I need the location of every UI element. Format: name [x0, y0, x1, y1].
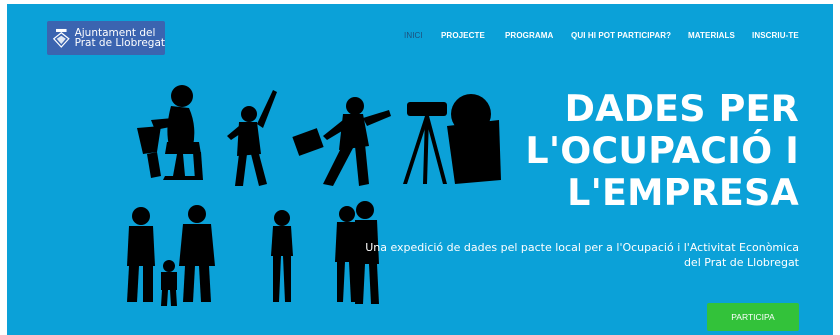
hero-section: Ajuntament del Prat de Llobregat INICI P… — [7, 4, 833, 335]
silhouette-standing-woman — [271, 210, 293, 302]
nav-item-inici[interactable]: INICI — [404, 31, 423, 40]
silhouette-photographer — [403, 94, 501, 184]
silhouette-dancing-man — [227, 90, 277, 186]
hero-title-line-1: DADES PER — [564, 87, 799, 130]
nav-item-inscriu-te[interactable]: INSCRIU-TE — [752, 31, 799, 40]
hero-subtitle-line-1: Una expedició de dades pel pacte local p… — [365, 241, 799, 254]
nav-item-qui-hi-pot-participar[interactable]: QUI HI POT PARTICIPAR? — [571, 31, 671, 40]
main-navigation: INICI PROJECTE PROGRAMA QUI HI POT PARTI… — [7, 31, 833, 45]
hero-subtitle: Una expedició de dades pel pacte local p… — [339, 240, 799, 270]
silhouette-businessman — [292, 97, 391, 186]
silhouette-woman-laptop — [137, 85, 203, 180]
nav-item-programa[interactable]: PROGRAMA — [505, 31, 553, 40]
hero-title-line-2: L'OCUPACIÓ I — [525, 129, 799, 172]
hero-title: DADES PER L'OCUPACIÓ I L'EMPRESA — [499, 88, 799, 214]
nav-item-projecte[interactable]: PROJECTE — [441, 31, 485, 40]
people-silhouettes-illustration — [127, 85, 501, 306]
hero-title-line-3: L'EMPRESA — [567, 171, 799, 214]
participa-button[interactable]: PARTICIPA — [707, 303, 799, 331]
hero-subtitle-line-2: del Prat de Llobregat — [683, 256, 799, 269]
silhouette-family — [127, 205, 215, 306]
nav-item-materials[interactable]: MATERIALS — [688, 31, 735, 40]
